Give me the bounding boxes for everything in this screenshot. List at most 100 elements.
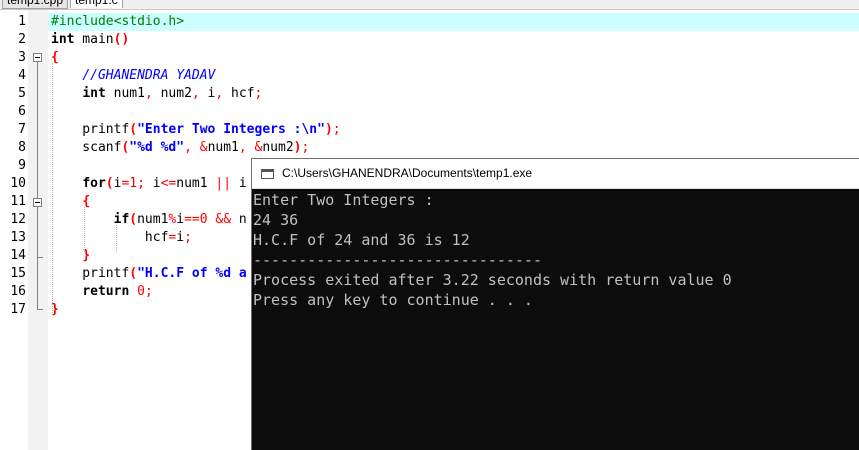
line-number: 8 <box>18 140 26 155</box>
line-number: 7 <box>18 122 26 137</box>
fold-guide-line <box>37 62 38 198</box>
code-token: hcf <box>51 230 169 245</box>
code-token: i <box>231 176 247 191</box>
code-token: == <box>184 212 200 227</box>
code-token: int <box>82 86 106 101</box>
line-number: 4 <box>18 68 26 83</box>
code-line[interactable]: return 0; <box>51 283 153 301</box>
code-token: "Enter Two Integers :\n" <box>137 122 325 137</box>
console-output-line: Enter Two Integers : <box>253 191 434 209</box>
code-token: || <box>215 176 232 191</box>
code-token: & <box>199 140 208 155</box>
line-number: 9 <box>18 158 26 173</box>
fold-toggle-for-icon[interactable] <box>33 198 42 207</box>
editor-tab-bar: temp1.cpp temp1.c <box>0 0 859 10</box>
line-number: 12 <box>10 212 26 227</box>
code-line[interactable]: printf("Enter Two Integers :\n"); <box>51 121 341 139</box>
fold-guide-line <box>37 207 38 309</box>
code-token: ; <box>254 86 263 101</box>
code-line[interactable]: scanf("%d %d", &num1, &num2); <box>51 139 309 157</box>
code-token: #include<stdio.h> <box>51 14 185 29</box>
console-title-bar[interactable]: C:\Users\GHANENDRA\Documents\temp1.exe <box>252 159 859 189</box>
code-token: "%d %d" <box>129 140 185 155</box>
code-token: int <box>51 32 75 47</box>
code-token: ) <box>324 122 333 137</box>
tab-temp1-c[interactable]: temp1.c <box>70 0 123 8</box>
code-token: ( <box>129 122 138 137</box>
fold-end-marker <box>37 309 43 310</box>
code-line[interactable]: //GHANENDRA YADAV <box>51 67 215 85</box>
console-window[interactable]: C:\Users\GHANENDRA\Documents\temp1.exe E… <box>251 158 859 450</box>
console-output-line: Process exited after 3.22 seconds with r… <box>253 271 732 289</box>
console-window-icon <box>261 169 274 179</box>
line-number: 2 <box>18 32 26 47</box>
code-token: num2 <box>262 140 294 155</box>
code-token: main <box>74 32 114 47</box>
line-number: 14 <box>10 248 26 263</box>
code-token: i <box>199 86 216 101</box>
code-token: i <box>176 230 185 245</box>
code-line[interactable]: for(i=1; i<=num1 || i <box>51 175 247 193</box>
code-line[interactable]: int num1, num2, i, hcf; <box>51 85 262 103</box>
code-token: , <box>184 140 192 155</box>
code-token: printf <box>51 266 130 281</box>
code-line[interactable]: hcf=i; <box>51 229 192 247</box>
line-number: 13 <box>10 230 26 245</box>
code-line[interactable]: #include<stdio.h> <box>51 13 184 31</box>
console-output-line: 24 36 <box>253 211 299 229</box>
code-token: ( <box>129 212 138 227</box>
code-token: , <box>238 140 247 155</box>
code-token: return <box>82 284 130 299</box>
code-token: for <box>82 176 106 191</box>
code-token: () <box>113 32 130 47</box>
code-token: ) <box>293 140 302 155</box>
line-number: 3 <box>18 50 26 65</box>
line-number: 5 <box>18 86 26 101</box>
code-token: num1 <box>137 212 169 227</box>
code-token: ; <box>144 284 153 299</box>
code-line[interactable]: printf("H.C.F of %d a <box>51 265 247 283</box>
indent-guide <box>52 63 53 315</box>
code-token: num1 <box>105 86 145 101</box>
line-number: 1 <box>18 14 26 29</box>
line-number: 11 <box>10 194 26 209</box>
code-line[interactable]: if(num1%i==0 && n <box>51 211 247 229</box>
fold-toggle-main-icon[interactable] <box>33 53 42 62</box>
console-output-line: H.C.F of 24 and 36 is 12 <box>253 231 470 249</box>
code-token: num1 <box>207 140 239 155</box>
code-token: <= <box>160 176 177 191</box>
code-token: ( <box>129 266 138 281</box>
code-token: printf <box>51 122 130 137</box>
code-token: hcf <box>223 86 255 101</box>
code-token: num2 <box>152 86 192 101</box>
indent-guide <box>84 207 85 252</box>
code-token: "H.C.F of %d a <box>137 266 247 281</box>
code-token: ; <box>137 176 145 191</box>
code-token: , <box>191 86 200 101</box>
code-token: ; <box>332 122 341 137</box>
tab-temp1-cpp[interactable]: temp1.cpp <box>2 0 69 9</box>
code-token: n <box>231 212 247 227</box>
code-token: && <box>215 212 232 227</box>
line-number: 6 <box>18 104 26 119</box>
code-token: i <box>176 212 185 227</box>
code-line[interactable]: int main() <box>51 31 129 49</box>
code-token: ; <box>184 230 192 245</box>
fold-end-marker <box>37 257 43 258</box>
code-token: , <box>144 86 153 101</box>
line-number: 16 <box>10 284 26 299</box>
code-token: scanf <box>51 140 122 155</box>
line-number: 10 <box>10 176 26 191</box>
code-token: i <box>144 176 161 191</box>
line-number: 17 <box>10 302 26 317</box>
code-token: ( <box>105 176 114 191</box>
